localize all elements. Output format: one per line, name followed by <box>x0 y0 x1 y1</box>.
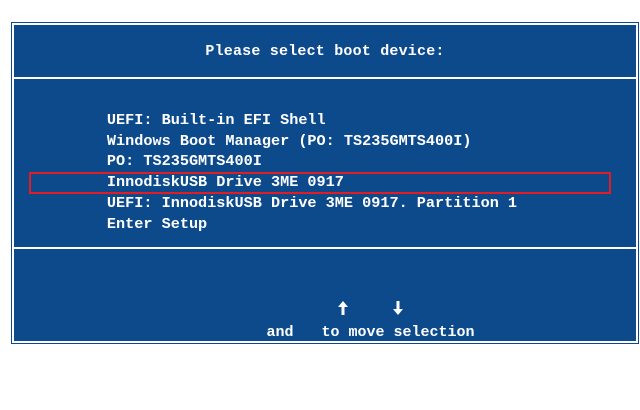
boot-item-uefi-shell[interactable]: UEFI: Built-in EFI Shell <box>34 89 624 129</box>
boot-item-uefi-innodisk-partition-selected[interactable]: UEFI: InnodiskUSB Drive 3ME 0917. Partit… <box>29 172 624 212</box>
help-and-text: and <box>257 324 303 341</box>
boot-item-windows-boot-manager[interactable]: Windows Boot Manager (PO: TS235GMTS400I) <box>34 110 624 150</box>
boot-device-list: UEFI: Built-in EFI Shell Windows Boot Ma… <box>29 89 624 233</box>
help-divider <box>14 247 636 249</box>
boot-menu-dialog: Please select boot device: UEFI: Built-i… <box>11 22 639 407</box>
boot-item-label: Enter Setup <box>106 214 208 233</box>
arrow-up-icon <box>247 278 348 344</box>
boot-item-enter-setup[interactable]: Enter Setup <box>34 193 624 233</box>
help-line-navigation: and to move selection <box>14 256 636 366</box>
help-panel: and to move selection ENTER to select bo… <box>14 256 636 410</box>
help-move-selection-text: to move selection <box>312 324 475 341</box>
help-line-enter: ENTER to select boot device <box>203 368 447 385</box>
arrow-down-icon <box>303 278 403 344</box>
boot-item-po-ts235gmts400i[interactable]: PO: TS235GMTS400I <box>34 131 624 170</box>
bios-screen: Please select boot device: UEFI: Built-i… <box>0 0 640 407</box>
dialog-title: Please select boot device: <box>205 43 445 60</box>
boot-item-innodisk-usb[interactable]: InnodiskUSB Drive 3ME 0917 <box>34 151 624 191</box>
help-line-esc: ESC to boot using defaults <box>207 390 443 407</box>
title-divider <box>14 77 636 79</box>
